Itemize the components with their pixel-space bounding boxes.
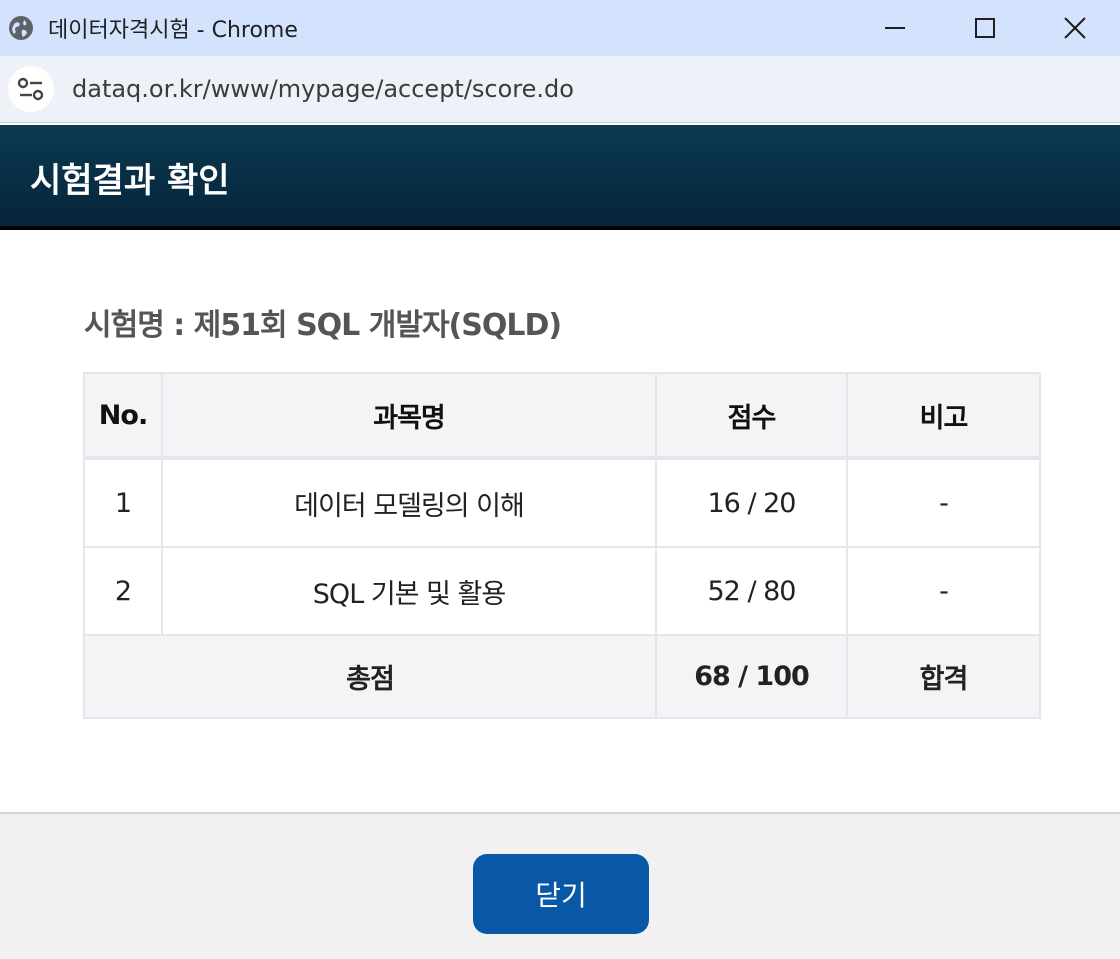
column-header-no: No. xyxy=(83,372,163,460)
page-title: 시험결과 확인 xyxy=(30,161,230,201)
row-subject: SQL 기본 및 활용 xyxy=(161,546,657,636)
minimize-button[interactable] xyxy=(850,0,940,56)
row-no: 2 xyxy=(83,546,163,636)
row-score: 52 / 80 xyxy=(655,546,848,636)
pass-result: 합격 xyxy=(846,634,1041,719)
total-label: 총점 xyxy=(83,634,657,719)
table-row: 1 데이터 모델링의 이해 16 / 20 - xyxy=(83,457,1041,548)
column-header-subject: 과목명 xyxy=(161,372,657,460)
exam-name: 시험명 : 제51회 SQL 개발자(SQLD) xyxy=(84,308,562,343)
row-note: - xyxy=(846,457,1041,548)
close-button[interactable]: 닫기 xyxy=(473,854,649,934)
row-score: 16 / 20 xyxy=(655,457,848,548)
address-bar[interactable]: dataq.or.kr/www/mypage/accept/score.do xyxy=(0,56,1120,123)
table-row: 2 SQL 기본 및 활용 52 / 80 - xyxy=(83,546,1041,636)
column-header-note: 비고 xyxy=(846,372,1041,460)
close-icon xyxy=(1064,17,1086,39)
total-score: 68 / 100 xyxy=(655,634,848,719)
site-info-button[interactable] xyxy=(8,66,54,112)
minimize-icon xyxy=(885,27,905,29)
row-no: 1 xyxy=(83,457,163,548)
total-row: 총점 68 / 100 합격 xyxy=(83,634,1041,719)
maximize-icon xyxy=(975,18,995,38)
row-note: - xyxy=(846,546,1041,636)
url-text[interactable]: dataq.or.kr/www/mypage/accept/score.do xyxy=(72,75,574,103)
window-title: 데이터자격시험 - Chrome xyxy=(48,18,298,43)
tune-icon xyxy=(17,77,44,101)
browser-title-bar: 데이터자격시험 - Chrome xyxy=(0,0,1120,56)
close-window-button[interactable] xyxy=(1030,0,1120,56)
page-header: 시험결과 확인 xyxy=(0,125,1120,230)
score-table: No. 과목명 점수 비고 1 데이터 모델링의 이해 16 / 20 - 2 … xyxy=(83,372,1041,719)
globe-icon xyxy=(6,13,36,43)
column-header-score: 점수 xyxy=(655,372,848,460)
maximize-button[interactable] xyxy=(940,0,1030,56)
table-header-row: No. 과목명 점수 비고 xyxy=(83,372,1041,460)
row-subject: 데이터 모델링의 이해 xyxy=(161,457,657,548)
